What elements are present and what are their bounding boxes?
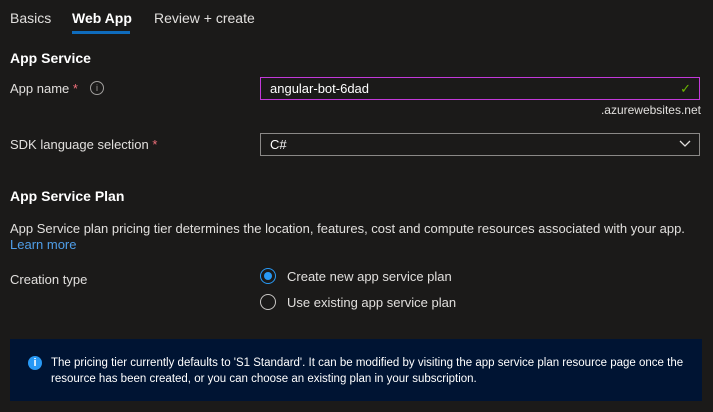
info-banner: i The pricing tier currently defaults to… (10, 339, 702, 401)
creation-type-label: Creation type (10, 272, 88, 287)
info-banner-text: The pricing tier currently defaults to '… (51, 357, 684, 385)
plan-description: App Service plan pricing tier determines… (10, 221, 685, 236)
radio-use-existing-label[interactable]: Use existing app service plan (287, 295, 456, 310)
radio-use-existing[interactable] (260, 294, 276, 310)
active-tab-indicator (72, 31, 130, 34)
radio-create-new-label[interactable]: Create new app service plan (287, 269, 452, 284)
learn-more-link[interactable]: Learn more (10, 237, 76, 252)
sdk-language-select[interactable]: C# (260, 133, 700, 156)
radio-create-new[interactable] (260, 268, 276, 284)
app-service-plan-heading: App Service Plan (10, 188, 125, 204)
app-service-heading: App Service (10, 50, 91, 66)
app-name-input[interactable]: angular-bot-6dad ✓ (260, 77, 700, 100)
tab-basics[interactable]: Basics (10, 10, 51, 26)
sdk-label: SDK language selection * (10, 137, 158, 152)
check-icon: ✓ (680, 81, 691, 96)
domain-suffix: .azurewebsites.net (600, 103, 701, 117)
info-icon[interactable]: i (90, 81, 104, 95)
chevron-down-icon (679, 140, 691, 147)
tab-web-app[interactable]: Web App (72, 10, 132, 26)
info-icon: i (28, 356, 42, 370)
tab-review-create[interactable]: Review + create (154, 10, 255, 26)
app-name-label: App name * (10, 81, 78, 96)
